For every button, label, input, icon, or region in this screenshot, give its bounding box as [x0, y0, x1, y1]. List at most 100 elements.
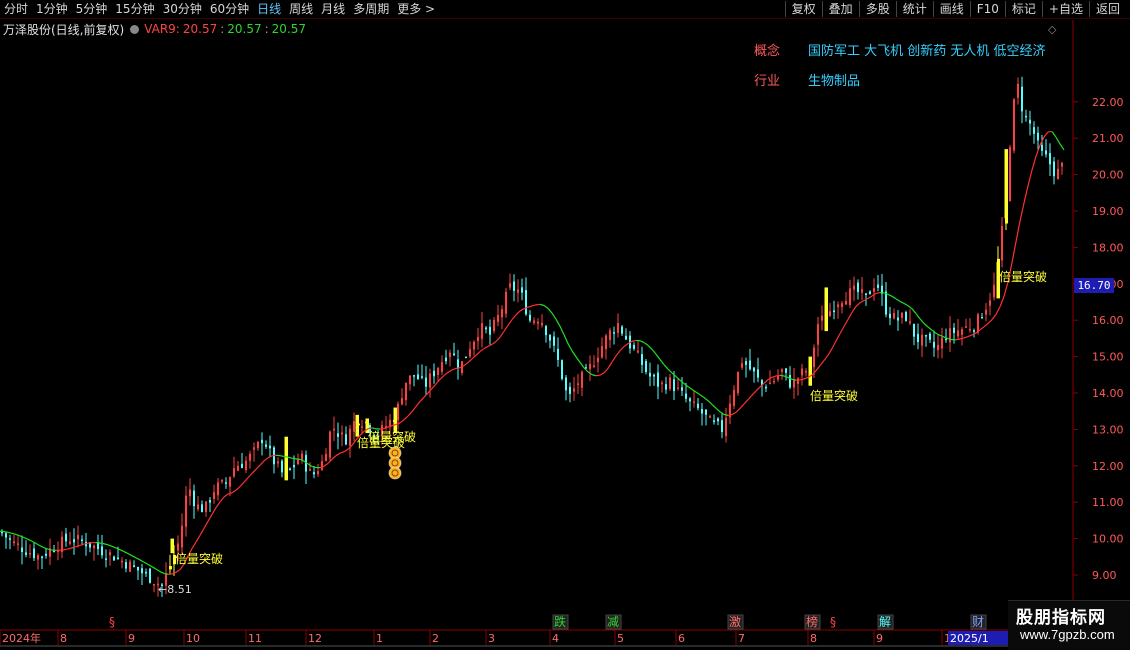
- ma-segment: [475, 351, 481, 356]
- ma-segment: [471, 354, 477, 360]
- candle-body: [481, 323, 483, 339]
- ma-segment: [699, 394, 705, 398]
- candle-body: [673, 379, 675, 392]
- ma-segment: [411, 406, 417, 413]
- x-month-label: 4: [552, 632, 559, 645]
- ma-segment: [39, 545, 45, 549]
- candle-body: [269, 445, 271, 449]
- ma-segment: [531, 304, 537, 307]
- ma-segment: [67, 547, 73, 550]
- candle-body: [245, 460, 247, 471]
- ma-segment: [443, 371, 449, 376]
- candle-body: [405, 382, 407, 401]
- y-tick-label: 16.00: [1092, 314, 1124, 327]
- ma-segment: [155, 568, 161, 573]
- ma-segment: [519, 308, 525, 312]
- x-month-label: 3: [488, 632, 495, 645]
- concept-value[interactable]: 国防军工 大飞机 创新药 无人机 低空经济: [808, 40, 1046, 59]
- candle-body: [937, 344, 939, 351]
- candle-body: [257, 441, 259, 449]
- candle-body: [433, 370, 435, 377]
- ma-segment: [559, 326, 565, 335]
- y-tick-label: 15.00: [1092, 351, 1124, 364]
- candle-body: [1025, 115, 1027, 118]
- ma-segment: [27, 538, 33, 542]
- candle-body: [517, 289, 519, 293]
- ma-segment: [687, 386, 693, 390]
- candle-body: [193, 490, 195, 507]
- ma-segment: [751, 390, 757, 396]
- ma-segment: [711, 403, 717, 409]
- candle-body: [669, 377, 671, 389]
- candle-body: [1045, 150, 1047, 155]
- candle-body: [777, 375, 779, 380]
- ma-segment: [943, 336, 949, 340]
- ma-segment: [335, 452, 341, 457]
- candle-body: [949, 328, 951, 343]
- candle-body: [793, 379, 795, 388]
- candle-body: [281, 460, 283, 473]
- ma-segment: [507, 319, 513, 326]
- candle-body: [237, 465, 239, 471]
- candle-body: [545, 326, 547, 336]
- candle-body: [21, 547, 23, 552]
- y-tick-label: 18.00: [1092, 241, 1124, 254]
- candle-body: [829, 311, 831, 317]
- ma-segment: [463, 362, 469, 367]
- candle-body: [201, 504, 203, 513]
- ma-segment: [623, 343, 629, 348]
- ma-segment: [579, 362, 585, 369]
- ma-segment: [731, 411, 737, 416]
- candle-body: [1001, 225, 1003, 261]
- candle-body: [429, 373, 431, 388]
- ma-segment: [1055, 136, 1061, 145]
- y-tick-label: 19.00: [1092, 205, 1124, 218]
- candle-body: [837, 304, 839, 307]
- ma-segment: [299, 458, 305, 462]
- candle-body: [849, 288, 851, 306]
- ma-segment: [331, 455, 337, 460]
- candle-body: [813, 347, 815, 368]
- candle-body: [109, 552, 111, 556]
- ma-segment: [939, 334, 945, 338]
- candle-body: [609, 330, 611, 340]
- candle-body: [205, 501, 207, 512]
- candle-body: [569, 386, 571, 394]
- ma-segment: [107, 544, 113, 547]
- ma-segment: [907, 305, 913, 310]
- ma-segment: [139, 559, 145, 563]
- candle-body: [573, 388, 575, 392]
- industry-value[interactable]: 生物制品: [808, 70, 860, 89]
- ma-segment: [195, 534, 201, 543]
- candle-body: [593, 365, 595, 367]
- candle-body: [81, 539, 83, 541]
- ma-segment: [755, 386, 761, 392]
- ma-segment: [651, 348, 657, 355]
- ma-segment: [715, 407, 721, 413]
- ma-segment: [231, 489, 237, 494]
- candle-body: [129, 561, 131, 572]
- signal-bar: [808, 356, 812, 386]
- candle-body: [457, 359, 459, 369]
- candle-body: [453, 353, 455, 356]
- ma-segment: [467, 358, 473, 363]
- candle-body: [921, 334, 923, 346]
- ma-segment: [99, 542, 105, 545]
- ma-segment: [835, 333, 841, 342]
- concept-panel: 概念 国防军工 大飞机 创新药 无人机 低空经济 行业 生物制品: [754, 40, 1046, 100]
- candle-body: [117, 557, 119, 560]
- signal-bar: [824, 287, 828, 332]
- y-tick-label: 21.00: [1092, 132, 1124, 145]
- candle-body: [821, 315, 823, 321]
- ma-segment: [983, 323, 989, 328]
- y-tick-label: 10.00: [1092, 533, 1124, 546]
- ma-segment: [147, 563, 153, 568]
- ma-segment: [23, 536, 29, 540]
- low-price-marker: ←8.51: [158, 583, 192, 596]
- ma-segment: [1051, 131, 1057, 138]
- ma-segment: [11, 532, 17, 536]
- ma-segment: [647, 344, 653, 350]
- event-tag: 激: [729, 615, 741, 629]
- ma-segment: [855, 302, 861, 307]
- ma-segment: [567, 343, 573, 352]
